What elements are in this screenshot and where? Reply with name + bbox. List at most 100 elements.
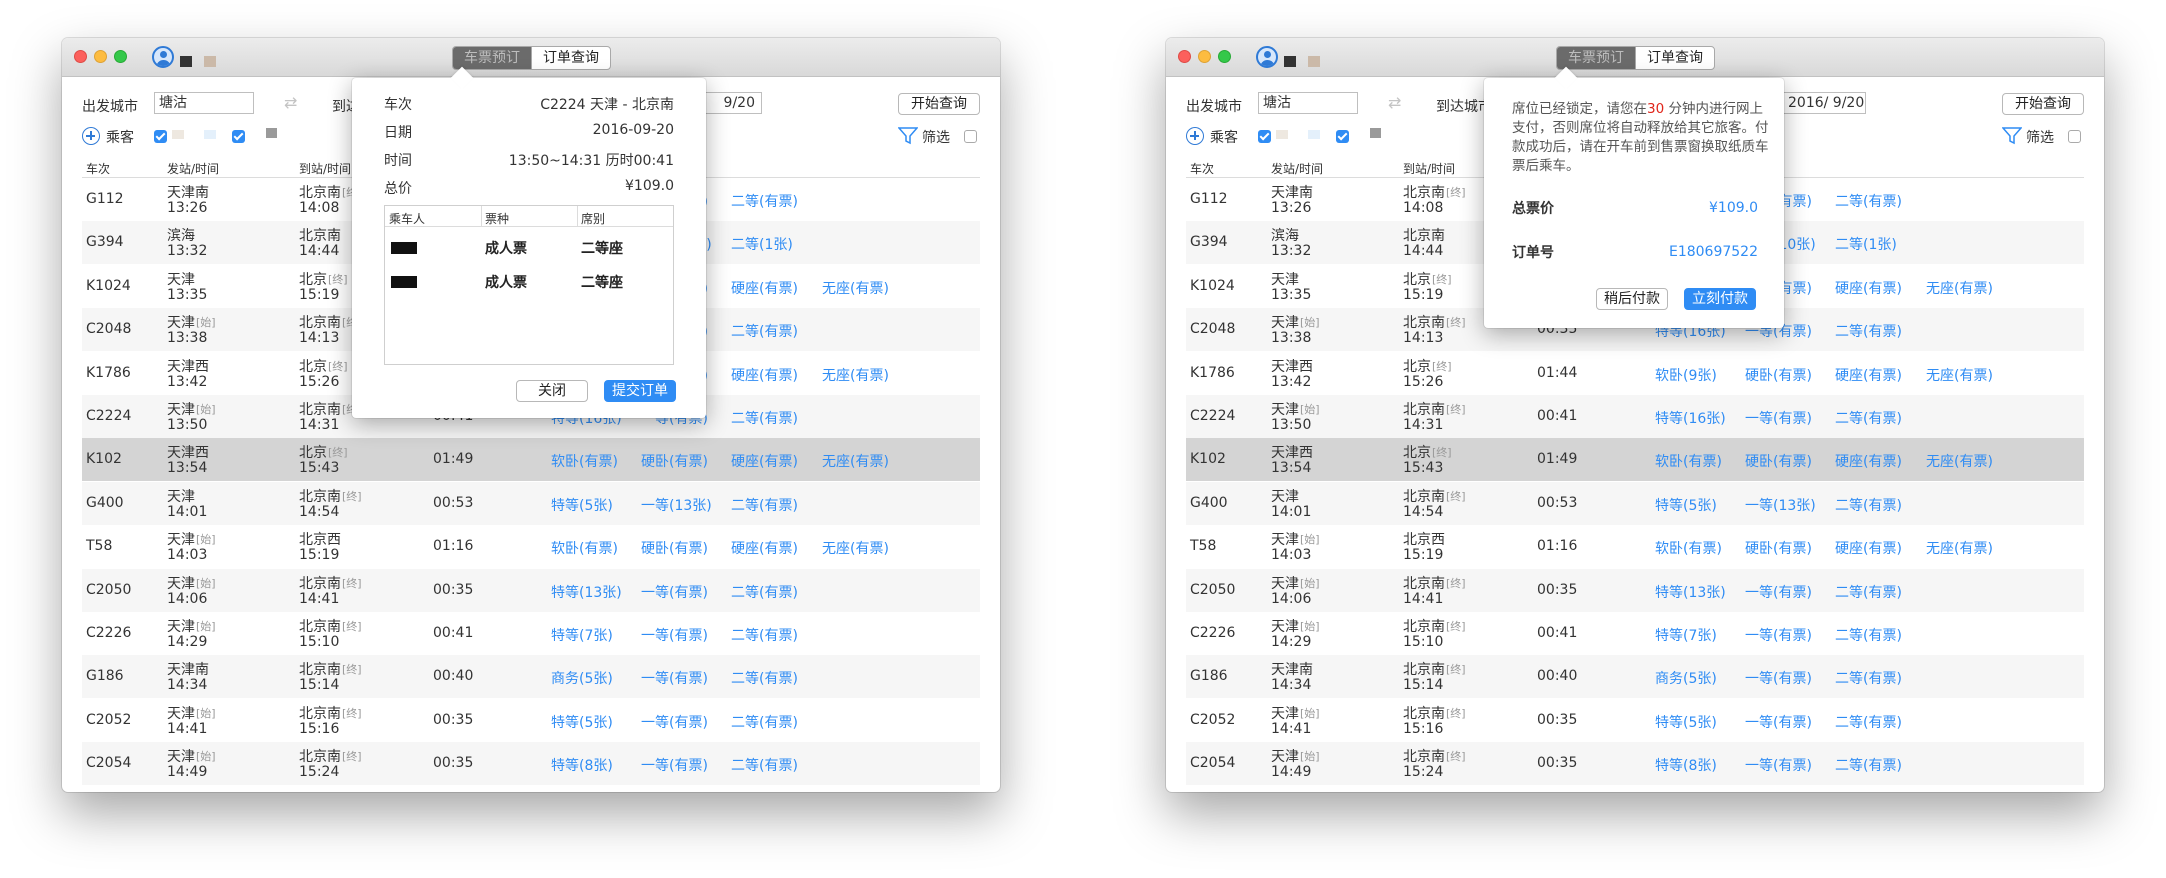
- seat-availability-link[interactable]: 软卧(有票): [1655, 451, 1722, 471]
- add-passenger-icon[interactable]: [1186, 127, 1204, 145]
- seat-availability-link[interactable]: 无座(有票): [1926, 365, 1993, 385]
- tab-order-query[interactable]: 订单查询: [1635, 47, 1714, 69]
- seat-availability-link[interactable]: 无座(有票): [822, 538, 889, 558]
- seat-availability-link[interactable]: 无座(有票): [1926, 538, 1993, 558]
- seat-availability-link[interactable]: 无座(有票): [822, 365, 889, 385]
- seat-availability-link[interactable]: 特等(5张): [1655, 495, 1717, 515]
- start-query-button[interactable]: 开始查询: [2002, 93, 2084, 115]
- pay-later-button[interactable]: 稍后付款: [1596, 288, 1668, 310]
- seat-availability-link[interactable]: 软卧(有票): [1655, 538, 1722, 558]
- seat-availability-link[interactable]: 二等(有票): [1835, 625, 1902, 645]
- tab-ticket-booking[interactable]: 车票预订: [1557, 47, 1635, 69]
- filter-checkbox[interactable]: [2068, 130, 2081, 143]
- user-avatar-icon[interactable]: [152, 46, 174, 68]
- seat-availability-link[interactable]: 二等(有票): [1835, 495, 1902, 515]
- seat-availability-link[interactable]: 特等(16张): [1655, 408, 1726, 428]
- seat-availability-link[interactable]: 一等(13张): [641, 495, 712, 515]
- seat-availability-link[interactable]: 二等(有票): [1835, 712, 1902, 732]
- table-row[interactable]: T58 天津 [始] 14:03 北京西 15:19 01:16 软卧(有票) 硬卧(有票) 硬座…: [1186, 525, 2084, 568]
- seat-availability-link[interactable]: 硬卧(有票): [1745, 451, 1812, 471]
- seat-availability-link[interactable]: 一等(有票): [1745, 668, 1812, 688]
- zoom-window-button[interactable]: [1218, 50, 1231, 63]
- swap-cities-icon[interactable]: ⇄: [284, 95, 304, 111]
- seat-availability-link[interactable]: 二等(有票): [731, 668, 798, 688]
- seat-availability-link[interactable]: 特等(13张): [551, 582, 622, 602]
- seat-availability-link[interactable]: 无座(有票): [822, 451, 889, 471]
- seat-availability-link[interactable]: 无座(有票): [1926, 278, 1993, 298]
- seat-availability-link[interactable]: 二等(有票): [731, 625, 798, 645]
- seat-availability-link[interactable]: 一等(有票): [641, 625, 708, 645]
- seat-availability-link[interactable]: 硬卧(有票): [641, 451, 708, 471]
- seat-availability-link[interactable]: 硬卧(有票): [1745, 538, 1812, 558]
- date-field[interactable]: 9/20: [702, 92, 762, 114]
- table-row[interactable]: G400 天津 14:01 北京南 [终] 14:54 00:53 特等(5张) 一等(13张)…: [1186, 481, 2084, 525]
- from-city-input[interactable]: 塘沽: [154, 92, 254, 114]
- table-row[interactable]: C2226 天津 [始] 14:29 北京南 [终] 15:10 00:41 特等(7张) 一等(…: [82, 612, 980, 655]
- close-button[interactable]: 关闭: [516, 380, 588, 402]
- seat-availability-link[interactable]: 一等(有票): [641, 668, 708, 688]
- seat-availability-link[interactable]: 二等(有票): [731, 495, 798, 515]
- seat-availability-link[interactable]: 商务(5张): [1655, 668, 1717, 688]
- seat-availability-link[interactable]: 二等(有票): [731, 191, 798, 211]
- seat-availability-link[interactable]: 特等(7张): [1655, 625, 1717, 645]
- close-window-button[interactable]: [1178, 50, 1191, 63]
- seat-availability-link[interactable]: 特等(13张): [1655, 582, 1726, 602]
- close-window-button[interactable]: [74, 50, 87, 63]
- seat-availability-link[interactable]: 硬座(有票): [731, 538, 798, 558]
- passenger-checkbox[interactable]: [1336, 130, 1349, 143]
- table-row[interactable]: C2050 天津 [始] 14:06 北京南 [终] 14:41 00:35 特等(13张) 一等…: [1186, 568, 2084, 612]
- table-row[interactable]: K102 天津西 13:54 北京 [终] 15:43 01:49 软卧(有票) 硬卧(有票) 硬…: [82, 438, 980, 482]
- seat-availability-link[interactable]: 二等(有票): [1835, 582, 1902, 602]
- seat-availability-link[interactable]: 无座(有票): [822, 278, 889, 298]
- seat-availability-link[interactable]: 一等(有票): [1745, 755, 1812, 775]
- seat-availability-link[interactable]: 硬座(有票): [1835, 278, 1902, 298]
- seat-availability-link[interactable]: 硬座(有票): [731, 451, 798, 471]
- seat-availability-link[interactable]: 硬座(有票): [1835, 365, 1902, 385]
- seat-availability-link[interactable]: 二等(有票): [731, 755, 798, 775]
- seat-availability-link[interactable]: 二等(有票): [1835, 191, 1902, 211]
- seat-availability-link[interactable]: 特等(5张): [1655, 712, 1717, 732]
- filter-icon[interactable]: [2002, 127, 2022, 145]
- table-row[interactable]: C2052 天津 [始] 14:41 北京南 [终] 15:16 00:35 特等(5张) 一等(…: [1186, 699, 2084, 742]
- seat-availability-link[interactable]: 软卧(9张): [1655, 365, 1717, 385]
- table-row[interactable]: C2052 天津 [始] 14:41 北京南 [终] 15:16 00:35 特等(5张) 一等(…: [82, 699, 980, 742]
- seat-availability-link[interactable]: 一等(有票): [1745, 582, 1812, 602]
- seat-availability-link[interactable]: 一等(有票): [1745, 712, 1812, 732]
- table-row[interactable]: C2050 天津 [始] 14:06 北京南 [终] 14:41 00:35 特等(13张) 一等…: [82, 568, 980, 612]
- seat-availability-link[interactable]: 硬座(有票): [1835, 538, 1902, 558]
- seat-availability-link[interactable]: 硬卧(有票): [641, 538, 708, 558]
- seat-availability-link[interactable]: 硬座(有票): [731, 278, 798, 298]
- seat-availability-link[interactable]: 二等(有票): [731, 408, 798, 428]
- seat-availability-link[interactable]: 二等(1张): [1835, 234, 1897, 254]
- seat-availability-link[interactable]: 软卧(有票): [551, 538, 618, 558]
- table-row[interactable]: G186 天津南 14:34 北京南 [终] 15:14 00:40 商务(5张) 一等(有票)…: [82, 655, 980, 699]
- seat-availability-link[interactable]: 二等(有票): [731, 712, 798, 732]
- seat-availability-link[interactable]: 特等(7张): [551, 625, 613, 645]
- seat-availability-link[interactable]: 特等(8张): [551, 755, 613, 775]
- table-row[interactable]: K102 天津西 13:54 北京 [终] 15:43 01:49 软卧(有票) 硬卧(有票) 硬…: [1186, 438, 2084, 482]
- filter-checkbox[interactable]: [964, 130, 977, 143]
- passenger-checkbox[interactable]: [232, 130, 245, 143]
- passenger-checkbox[interactable]: [154, 130, 167, 143]
- user-avatar-icon[interactable]: [1256, 46, 1278, 68]
- seat-availability-link[interactable]: 软卧(有票): [551, 451, 618, 471]
- seat-availability-link[interactable]: 无座(有票): [1926, 451, 1993, 471]
- table-row[interactable]: G400 天津 14:01 北京南 [终] 14:54 00:53 特等(5张) 一等(13张)…: [82, 481, 980, 525]
- seat-availability-link[interactable]: 硬卧(有票): [1745, 365, 1812, 385]
- submit-order-button[interactable]: 提交订单: [604, 380, 676, 402]
- seat-availability-link[interactable]: 二等(有票): [1835, 755, 1902, 775]
- minimize-window-button[interactable]: [1198, 50, 1211, 63]
- table-row[interactable]: C2054 天津 [始] 14:49 北京南 [终] 15:24 00:35 特等(8张) 一等(…: [1186, 742, 2084, 786]
- table-row[interactable]: T58 天津 [始] 14:03 北京西 15:19 01:16 软卧(有票) 硬卧(有票) 硬座…: [82, 525, 980, 568]
- seat-availability-link[interactable]: 二等(有票): [1835, 408, 1902, 428]
- table-row[interactable]: K1786 天津西13:42 北京[终]15:26 01:44 软卧(9张) 硬卧(有票)…: [1186, 352, 2084, 395]
- seat-availability-link[interactable]: 二等(有票): [1835, 668, 1902, 688]
- passenger-checkbox[interactable]: [1258, 130, 1271, 143]
- seat-availability-link[interactable]: 一等(有票): [641, 582, 708, 602]
- seat-availability-link[interactable]: 特等(5张): [551, 712, 613, 732]
- tab-ticket-booking[interactable]: 车票预订: [453, 47, 531, 69]
- table-row[interactable]: G186 天津南 14:34 北京南 [终] 15:14 00:40 商务(5张) 一等(有票)…: [1186, 655, 2084, 699]
- filter-icon[interactable]: [898, 127, 918, 145]
- seat-availability-link[interactable]: 二等(有票): [731, 582, 798, 602]
- seat-availability-link[interactable]: 一等(有票): [641, 755, 708, 775]
